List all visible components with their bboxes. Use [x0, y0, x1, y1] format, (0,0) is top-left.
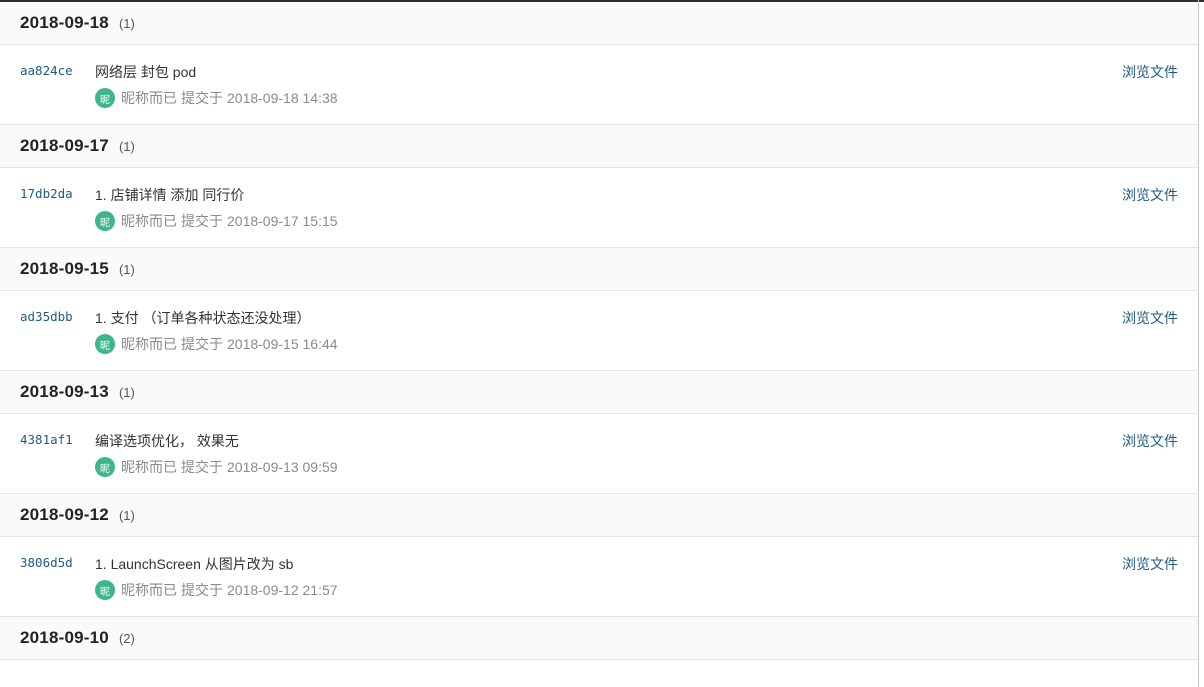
browse-files-link[interactable]: 浏览文件 [1122, 185, 1178, 205]
commit-row: 17db2da 1. 店铺详情 添加 同行价 昵 昵称而已 提交于 2018-0… [0, 168, 1198, 248]
commit-hash-link[interactable]: aa824ce [20, 63, 73, 78]
commit-message[interactable]: 网络层 封包 pod [95, 62, 196, 82]
browse-files-link[interactable]: 浏览文件 [1122, 554, 1178, 574]
avatar: 昵 [95, 457, 115, 477]
commit-hash-link[interactable]: ad35dbb [20, 309, 73, 324]
group-date: 2018-09-10 [20, 628, 109, 647]
group-date: 2018-09-12 [20, 505, 109, 524]
commit-time: 2018-09-13 09:59 [227, 459, 338, 475]
commit-message[interactable]: 1. 支付 （订单各种状态还没处理） [95, 308, 310, 328]
avatar: 昵 [95, 88, 115, 108]
group-commit-count: (1) [118, 261, 135, 277]
avatar: 昵 [95, 580, 115, 600]
group-date: 2018-09-13 [20, 382, 109, 401]
group-date: 2018-09-17 [20, 136, 109, 155]
browse-files-link[interactable]: 浏览文件 [1122, 308, 1178, 328]
group-commit-count: (1) [118, 384, 135, 400]
commit-meta: 昵 昵称而已 提交于 2018-09-13 09:59 [95, 457, 338, 477]
commit-meta: 昵 昵称而已 提交于 2018-09-15 16:44 [95, 334, 338, 354]
submitted-label: 提交于 [181, 90, 223, 106]
commit-row: 3806d5d 1. LaunchScreen 从图片改为 sb 昵 昵称而已 … [0, 537, 1198, 617]
commit-time: 2018-09-12 21:57 [227, 582, 338, 598]
submitted-label: 提交于 [181, 336, 223, 352]
date-group-header: 2018-09-17 (1) [0, 125, 1198, 168]
commit-row: 4381af1 编译选项优化， 效果无 昵 昵称而已 提交于 2018-09-1… [0, 414, 1198, 494]
commit-meta: 昵 昵称而已 提交于 2018-09-18 14:38 [95, 88, 338, 108]
submitted-label: 提交于 [181, 213, 223, 229]
commit-time: 2018-09-18 14:38 [227, 90, 338, 106]
group-date: 2018-09-18 [20, 13, 109, 32]
date-group-header: 2018-09-15 (1) [0, 248, 1198, 291]
commit-message[interactable]: 1. LaunchScreen 从图片改为 sb [95, 554, 293, 574]
commit-hash-link[interactable]: 3806d5d [20, 555, 73, 570]
author-name: 昵称而已 [121, 90, 177, 106]
commit-hash-link[interactable]: 17db2da [20, 186, 73, 201]
commit-meta: 昵 昵称而已 提交于 2018-09-12 21:57 [95, 580, 338, 600]
avatar: 昵 [95, 334, 115, 354]
browse-files-link[interactable]: 浏览文件 [1122, 62, 1178, 82]
group-commit-count: (1) [118, 15, 135, 31]
submitted-label: 提交于 [181, 459, 223, 475]
group-commit-count: (2) [118, 630, 135, 646]
date-group-header: 2018-09-10 (2) [0, 617, 1198, 660]
scrollbar-divider [1198, 0, 1199, 687]
commit-hash-link[interactable]: 4381af1 [20, 432, 73, 447]
commit-meta: 昵 昵称而已 提交于 2018-09-17 15:15 [95, 211, 338, 231]
commit-time: 2018-09-15 16:44 [227, 336, 338, 352]
author-name: 昵称而已 [121, 459, 177, 475]
commit-time: 2018-09-17 15:15 [227, 213, 338, 229]
author-name: 昵称而已 [121, 582, 177, 598]
group-commit-count: (1) [118, 507, 135, 523]
author-name: 昵称而已 [121, 336, 177, 352]
commit-row: aa824ce 网络层 封包 pod 昵 昵称而已 提交于 2018-09-18… [0, 45, 1198, 125]
submitted-label: 提交于 [181, 582, 223, 598]
commit-message[interactable]: 编译选项优化， 效果无 [95, 431, 239, 451]
date-group-header: 2018-09-13 (1) [0, 371, 1198, 414]
commit-row: ad35dbb 1. 支付 （订单各种状态还没处理） 昵 昵称而已 提交于 20… [0, 291, 1198, 371]
date-group-header: 2018-09-12 (1) [0, 494, 1198, 537]
group-commit-count: (1) [118, 138, 135, 154]
date-group-header: 2018-09-18 (1) [0, 2, 1198, 45]
browse-files-link[interactable]: 浏览文件 [1122, 431, 1178, 451]
commit-list: 2018-09-18 (1) aa824ce 网络层 封包 pod 昵 昵称而已… [0, 2, 1198, 660]
group-date: 2018-09-15 [20, 259, 109, 278]
avatar: 昵 [95, 211, 115, 231]
commit-message[interactable]: 1. 店铺详情 添加 同行价 [95, 185, 244, 205]
author-name: 昵称而已 [121, 213, 177, 229]
